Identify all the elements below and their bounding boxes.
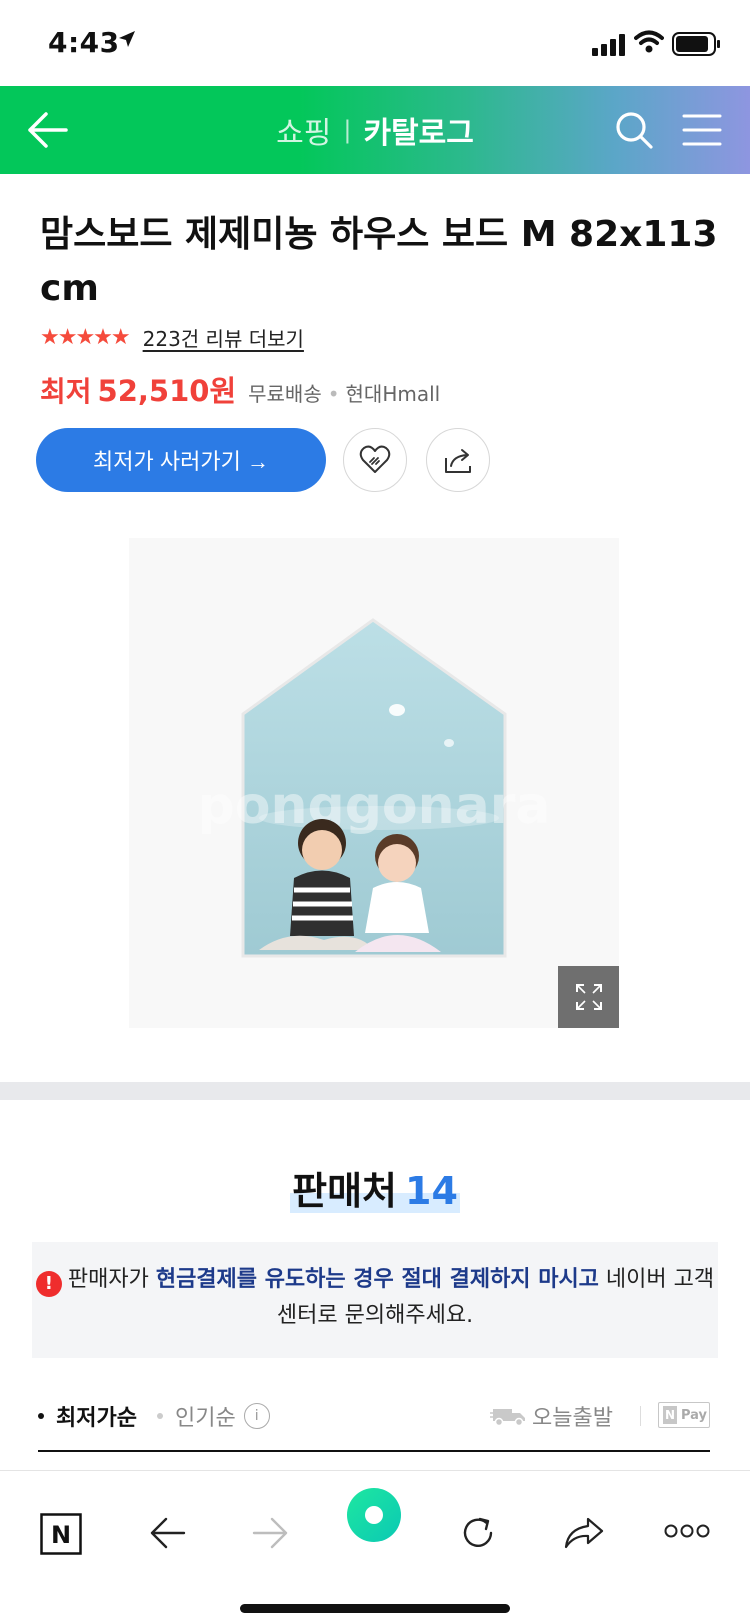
price-value: 52,510원 [97, 374, 237, 408]
price-label: 최저 [40, 375, 92, 408]
top-nav-bar: 쇼핑 | 카탈로그 [0, 86, 750, 174]
buy-lowest-price-button[interactable]: 최저가 사러가기 → [36, 428, 326, 492]
fullscreen-icon [575, 984, 602, 1010]
wifi-icon [634, 30, 664, 53]
battery-icon [672, 32, 720, 56]
section-divider [0, 1082, 750, 1100]
info-icon[interactable]: i [243, 1403, 270, 1429]
location-arrow-icon [119, 31, 135, 47]
page: 4:43 쇼핑 | 카탈로그 맘스보드 제제미뇽 하우스 보드 M 82x113… [0, 0, 750, 1623]
product-title: 맘스보드 제제미뇽 하우스 보드 M 82x113cm [40, 214, 718, 309]
mall-name: 현대Hmall [345, 382, 441, 406]
shipping-text: 무료배송 [248, 382, 322, 406]
home-indicator[interactable] [240, 1604, 510, 1613]
refresh-icon[interactable] [458, 1513, 498, 1553]
sort-underline [38, 1450, 710, 1452]
rating-stars: ★★★★★ [40, 324, 131, 350]
npay-logo-icon: N [663, 1406, 677, 1424]
separator-dot: • [327, 382, 340, 406]
sort-popular[interactable]: 인기순 i [156, 1400, 270, 1432]
cellular-signal-icon [592, 34, 625, 56]
seller-count: 14 [405, 1169, 458, 1213]
product-image[interactable]: ponggonara [129, 538, 619, 1028]
today-shipping-label: 오늘출발 [532, 1406, 613, 1431]
sort-lowest-price[interactable]: 최저가순 [38, 1400, 137, 1432]
heart-link-icon [359, 445, 391, 473]
inactive-dot [156, 1413, 163, 1419]
back-icon[interactable] [148, 1513, 188, 1553]
warning-icon: ! [35, 1271, 62, 1297]
review-link[interactable]: 223건 리뷰 더보기 [143, 323, 304, 352]
share-forward-icon[interactable] [562, 1513, 606, 1553]
seller-section-title: 판매처 14 [0, 1160, 750, 1215]
shipping-info: 무료배송 • 현대Hmall [248, 378, 440, 407]
npay-filter[interactable]: N Pay [658, 1402, 710, 1428]
active-dot [38, 1413, 44, 1419]
notice-prefix: 판매자가 [67, 1267, 156, 1292]
expand-image-button[interactable] [558, 966, 619, 1028]
naver-letter: N [51, 1521, 71, 1549]
sort-popular-label: 인기순 [174, 1406, 236, 1431]
catalog-title: 카탈로그 [363, 116, 474, 151]
price-row: 최저 52,510원 무료배송 • 현대Hmall [40, 368, 440, 410]
house-board-illustration: ponggonara [198, 618, 551, 958]
search-icon[interactable] [614, 110, 654, 150]
seller-title-text: 판매처 [292, 1169, 397, 1213]
status-time: 4:43 [48, 26, 120, 59]
forward-icon[interactable] [250, 1513, 290, 1553]
image-watermark: ponggonara [198, 776, 551, 836]
share-icon [445, 449, 471, 473]
payment-warning-notice: ! 판매자가 현금결제를 유도하는 경우 절대 결제하지 마시고 네이버 고객센터… [32, 1242, 718, 1358]
share-button[interactable] [426, 428, 490, 492]
delivery-truck-icon [490, 1409, 525, 1427]
rating-row: ★★★★★ 223건 리뷰 더보기 [40, 322, 304, 352]
sort-lowest-label: 최저가순 [56, 1406, 137, 1431]
green-dot-icon[interactable] [346, 1487, 402, 1543]
shopping-title-link[interactable]: 쇼핑 [276, 108, 331, 152]
sort-bar: 최저가순 인기순 i 오늘출발 N Pay [38, 1396, 710, 1436]
wishlist-button[interactable] [343, 428, 407, 492]
browser-toolbar: N [0, 1470, 750, 1623]
today-shipping-filter[interactable]: 오늘출발 [490, 1396, 613, 1436]
filter-separator [640, 1406, 641, 1426]
naver-home-icon[interactable]: N [40, 1513, 82, 1555]
notice-strong: 현금결제를 유도하는 경우 절대 결제하지 마시고 [155, 1267, 599, 1292]
npay-label: Pay [681, 1407, 708, 1423]
hamburger-menu-icon[interactable] [682, 112, 722, 148]
seller-title-highlight: 판매처 14 [290, 1169, 460, 1213]
title-separator: | [343, 116, 352, 144]
more-options-icon[interactable] [664, 1523, 710, 1539]
status-bar: 4:43 [0, 0, 750, 86]
